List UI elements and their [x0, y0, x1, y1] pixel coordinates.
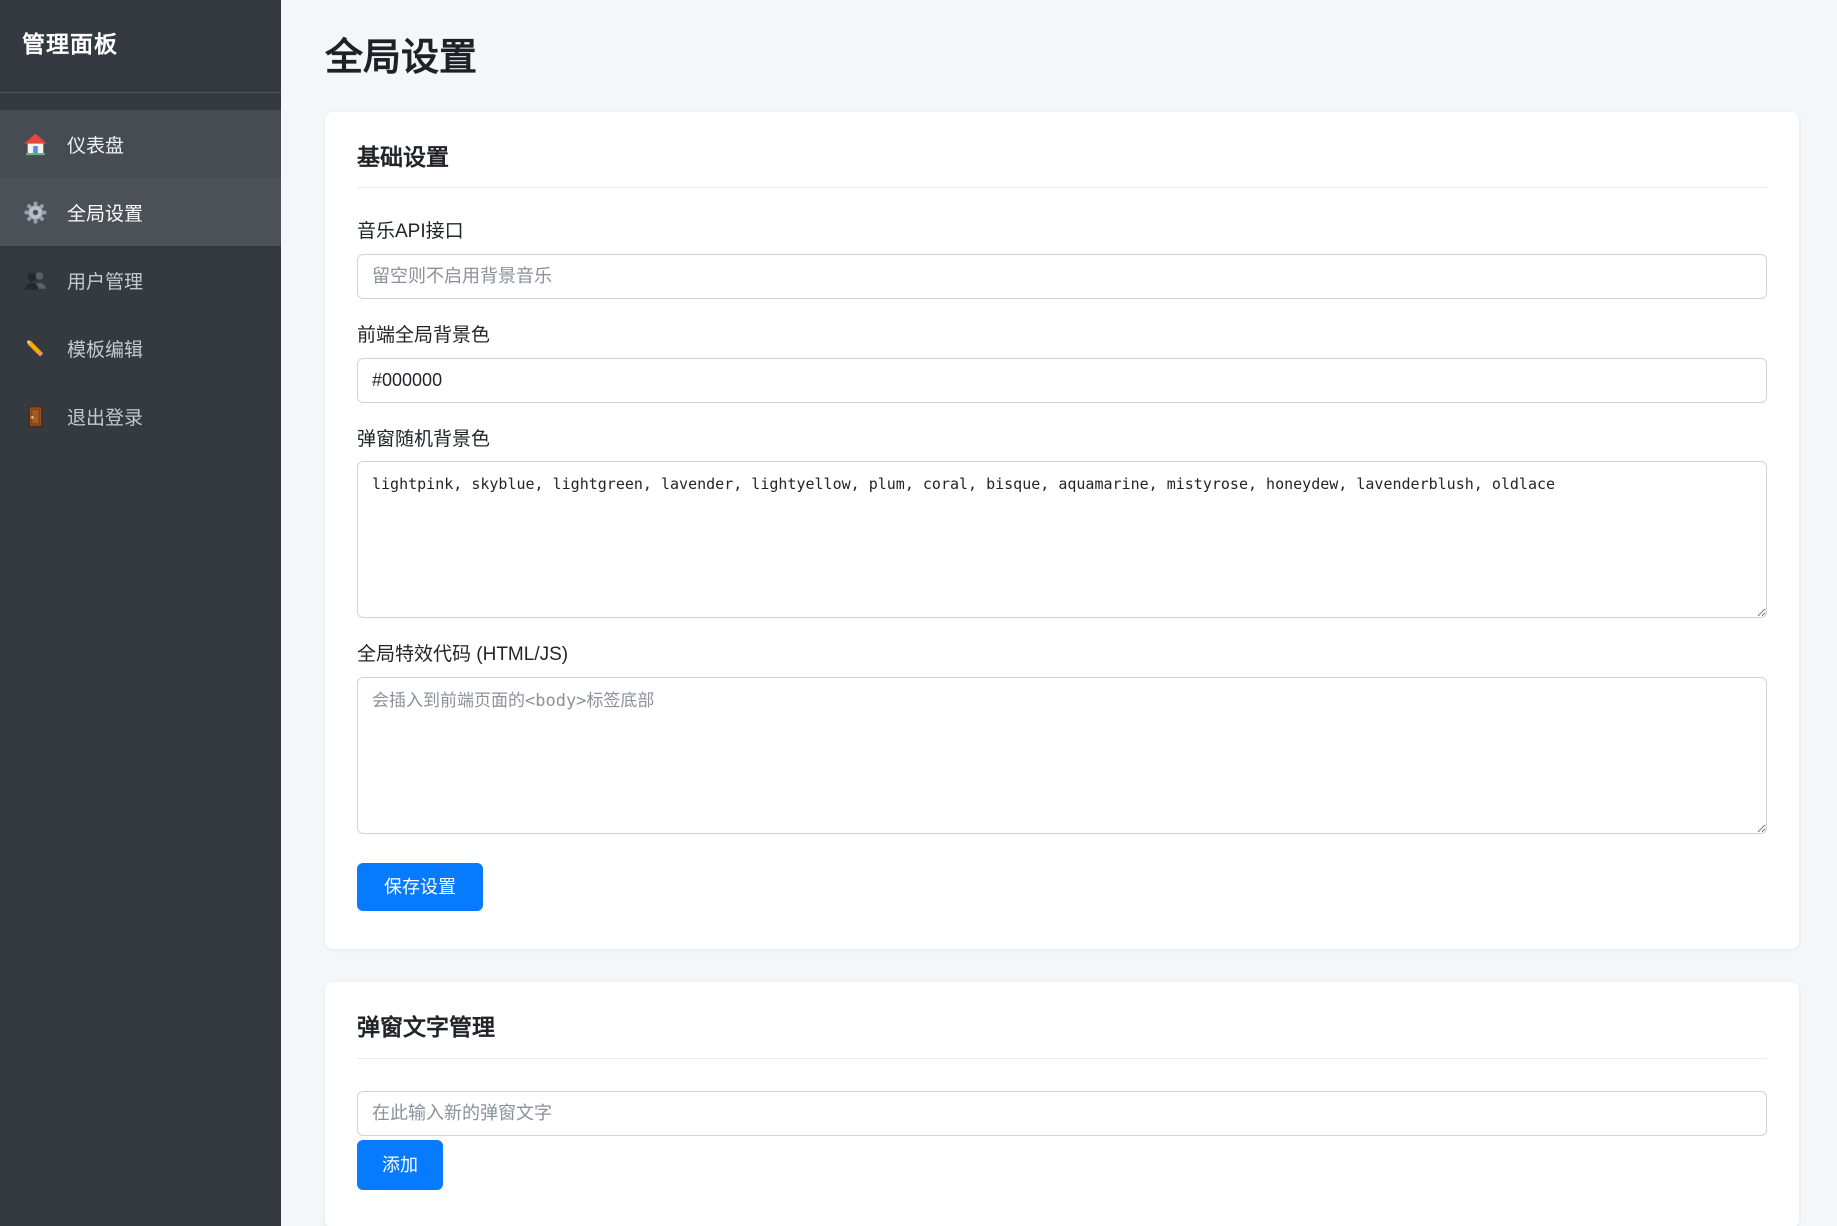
global-effects-code-field-group: 全局特效代码 (HTML/JS)	[357, 643, 1767, 834]
save-settings-button[interactable]: 保存设置	[357, 863, 483, 911]
music-api-field-group: 音乐API接口	[357, 220, 1767, 299]
music-api-input[interactable]	[357, 254, 1767, 299]
sidebar-item-label: 用户管理	[67, 267, 143, 294]
sidebar-item-global-settings[interactable]: 全局设置	[0, 178, 281, 246]
add-popup-text-button[interactable]: 添加	[357, 1140, 443, 1190]
sidebar-item-label: 退出登录	[67, 403, 143, 430]
basic-settings-card-title: 基础设置	[357, 144, 1767, 172]
sidebar-item-logout[interactable]: 退出登录	[0, 382, 281, 450]
popup-random-bg-colors-textarea[interactable]: lightpink, skyblue, lightgreen, lavender…	[357, 461, 1767, 618]
basic-settings-card: 基础设置 音乐API接口 前端全局背景色 弹窗随机背景色 lightpink, …	[325, 112, 1799, 950]
frontend-bg-color-field-group: 前端全局背景色	[357, 324, 1767, 403]
admin-panel-app: 管理面板 仪表盘	[0, 0, 1837, 1226]
popup-random-bg-colors-field-group: 弹窗随机背景色 lightpink, skyblue, lightgreen, …	[357, 428, 1767, 619]
card-divider	[357, 187, 1767, 188]
popup-random-bg-colors-label: 弹窗随机背景色	[357, 428, 1767, 452]
main-content: 全局设置 基础设置 音乐API接口 前端全局背景色 弹窗随机背景色 lightp…	[281, 0, 1837, 1226]
frontend-bg-color-input[interactable]	[357, 358, 1767, 403]
pencil-icon	[22, 335, 48, 361]
popup-text-card-title: 弹窗文字管理	[357, 1014, 1767, 1042]
page-title: 全局设置	[325, 36, 1799, 82]
gear-icon	[22, 199, 48, 225]
popup-text-card: 弹窗文字管理 添加	[325, 982, 1799, 1226]
frontend-bg-color-label: 前端全局背景色	[357, 324, 1767, 348]
users-icon	[22, 267, 48, 293]
new-popup-text-field-group: 添加	[357, 1091, 1767, 1190]
global-effects-code-label: 全局特效代码 (HTML/JS)	[357, 643, 1767, 667]
house-icon	[22, 131, 48, 157]
sidebar-item-label: 模板编辑	[67, 335, 143, 362]
sidebar-nav: 仪表盘 全局设置	[0, 93, 281, 450]
sidebar-item-dashboard[interactable]: 仪表盘	[0, 110, 281, 178]
global-effects-code-textarea[interactable]	[357, 677, 1767, 834]
music-api-label: 音乐API接口	[357, 220, 1767, 244]
sidebar-item-template-edit[interactable]: 模板编辑	[0, 314, 281, 382]
new-popup-text-input[interactable]	[357, 1091, 1767, 1136]
sidebar-item-label: 全局设置	[67, 199, 143, 226]
door-icon	[22, 403, 48, 429]
card-divider	[357, 1058, 1767, 1059]
sidebar: 管理面板 仪表盘	[0, 0, 281, 1226]
sidebar-item-user-management[interactable]: 用户管理	[0, 246, 281, 314]
sidebar-title: 管理面板	[0, 0, 281, 92]
sidebar-item-label: 仪表盘	[67, 131, 124, 158]
